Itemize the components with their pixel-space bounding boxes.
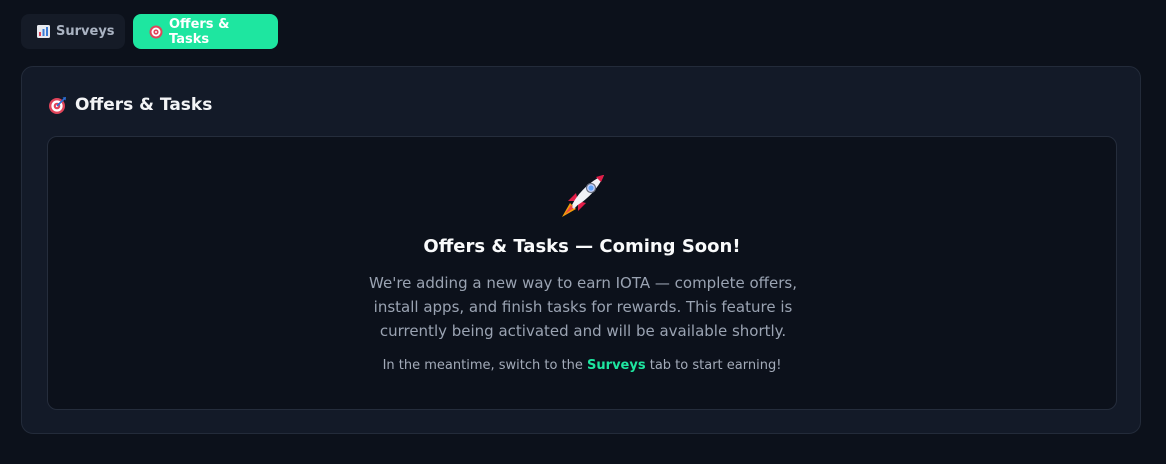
tab-surveys[interactable]: Surveys: [21, 14, 125, 49]
tab-offers-tasks-label: Offers & Tasks: [169, 16, 230, 47]
tab-offers-tasks[interactable]: Offers & Tasks: [133, 14, 278, 49]
rocket-icon: [556, 171, 608, 223]
target-icon: [48, 96, 67, 115]
tab-surveys-label: Surveys: [56, 24, 115, 39]
offers-panel: Offers & Tasks Offers & Tasks — Coming S…: [21, 66, 1141, 434]
note-suffix: tab to start earning!: [649, 358, 782, 373]
tab-bar: Surveys Offers & Tasks: [21, 14, 278, 49]
surveys-link[interactable]: Surveys: [587, 358, 646, 373]
coming-soon-heading: Offers & Tasks — Coming Soon!: [423, 236, 741, 257]
note-prefix: In the meantime, switch to the: [382, 358, 583, 373]
coming-soon-card: Offers & Tasks — Coming Soon! We're addi…: [47, 136, 1117, 410]
coming-soon-note: In the meantime, switch to the Surveys t…: [48, 358, 1116, 373]
panel-title: Offers & Tasks: [75, 95, 213, 115]
coming-soon-description: We're adding a new way to earn IOTA — co…: [369, 274, 797, 340]
panel-header: Offers & Tasks: [48, 95, 212, 115]
target-icon: [149, 25, 163, 39]
bar-chart-icon: [37, 25, 50, 38]
